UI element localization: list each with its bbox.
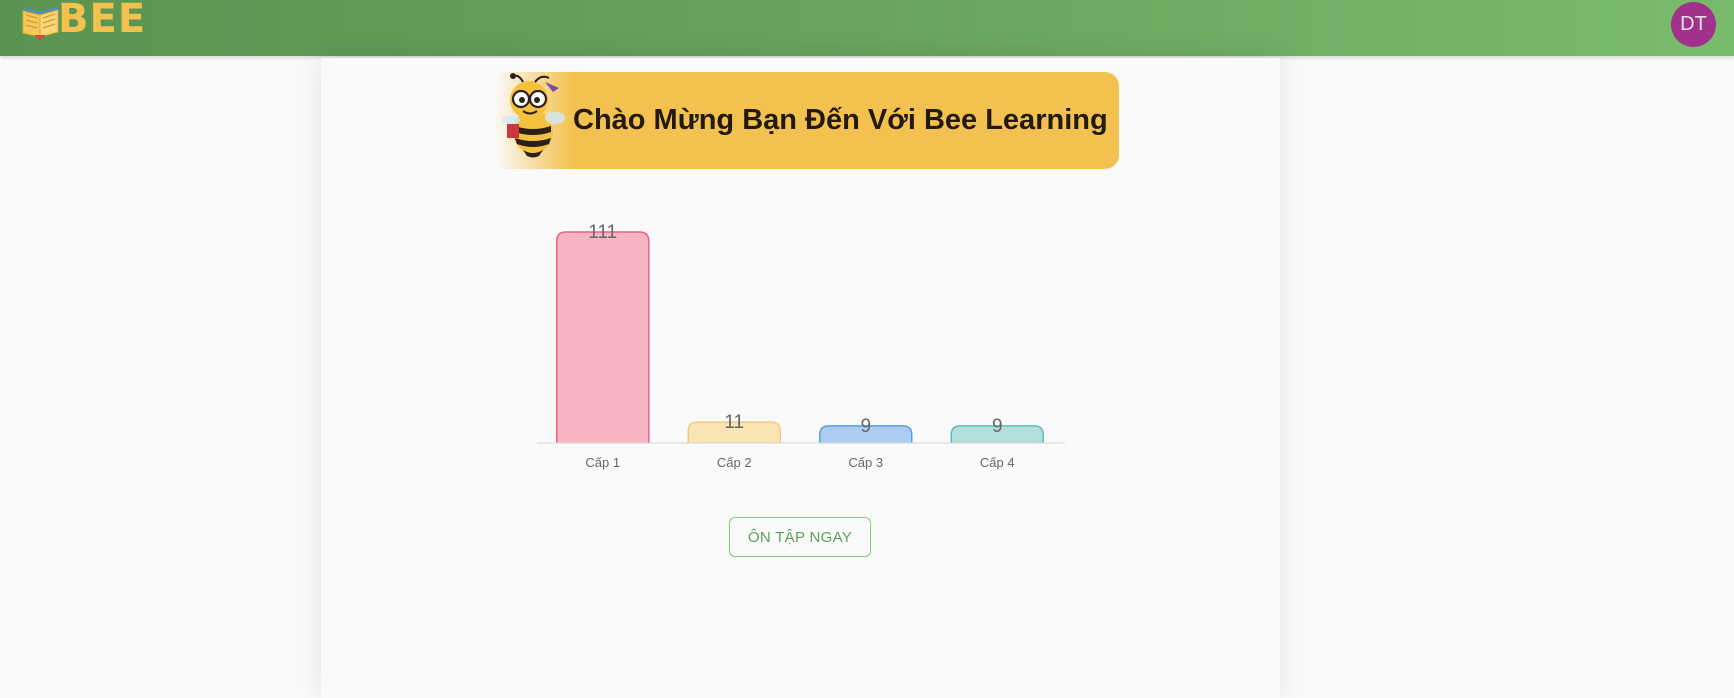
chart-value-label: 9	[992, 416, 1003, 437]
chart-bar-1[interactable]	[556, 231, 650, 443]
user-avatar[interactable]: DT	[1671, 2, 1716, 47]
chart-value-label: 111	[588, 222, 617, 243]
logo-wordmark: BEE	[58, 0, 147, 42]
level-bar-chart: 111 Cấp 1 11 Cấp 2 9 Cấp 3 9 Cấp 4	[537, 222, 1065, 470]
welcome-banner: Chào Mừng Bạn Đến Với Bee Learning	[493, 72, 1119, 169]
chart-value-label: 9	[860, 416, 871, 437]
avatar-initials: DT	[1680, 13, 1707, 35]
chart-value-label: 11	[724, 412, 744, 433]
chart-category-label: Cấp 4	[980, 455, 1015, 470]
chart-category-label: Cấp 1	[585, 455, 620, 470]
review-now-button[interactable]: ÔN TẬP NGAY	[729, 517, 871, 557]
chart-bars	[556, 231, 1044, 443]
bee-logo[interactable]: BEE	[20, 0, 146, 42]
chart-category-label: Cấp 2	[717, 455, 752, 470]
bee-mascot-icon	[502, 73, 565, 158]
open-book-icon	[22, 7, 59, 40]
chart-category-label: Cấp 3	[848, 455, 883, 470]
top-navigation-bar: BEE DT	[0, 0, 1734, 56]
welcome-title: Chào Mừng Bạn Đến Với Bee Learning	[573, 104, 1108, 136]
chart-labels: 111 Cấp 1 11 Cấp 2 9 Cấp 3 9 Cấp 4	[585, 222, 1014, 470]
